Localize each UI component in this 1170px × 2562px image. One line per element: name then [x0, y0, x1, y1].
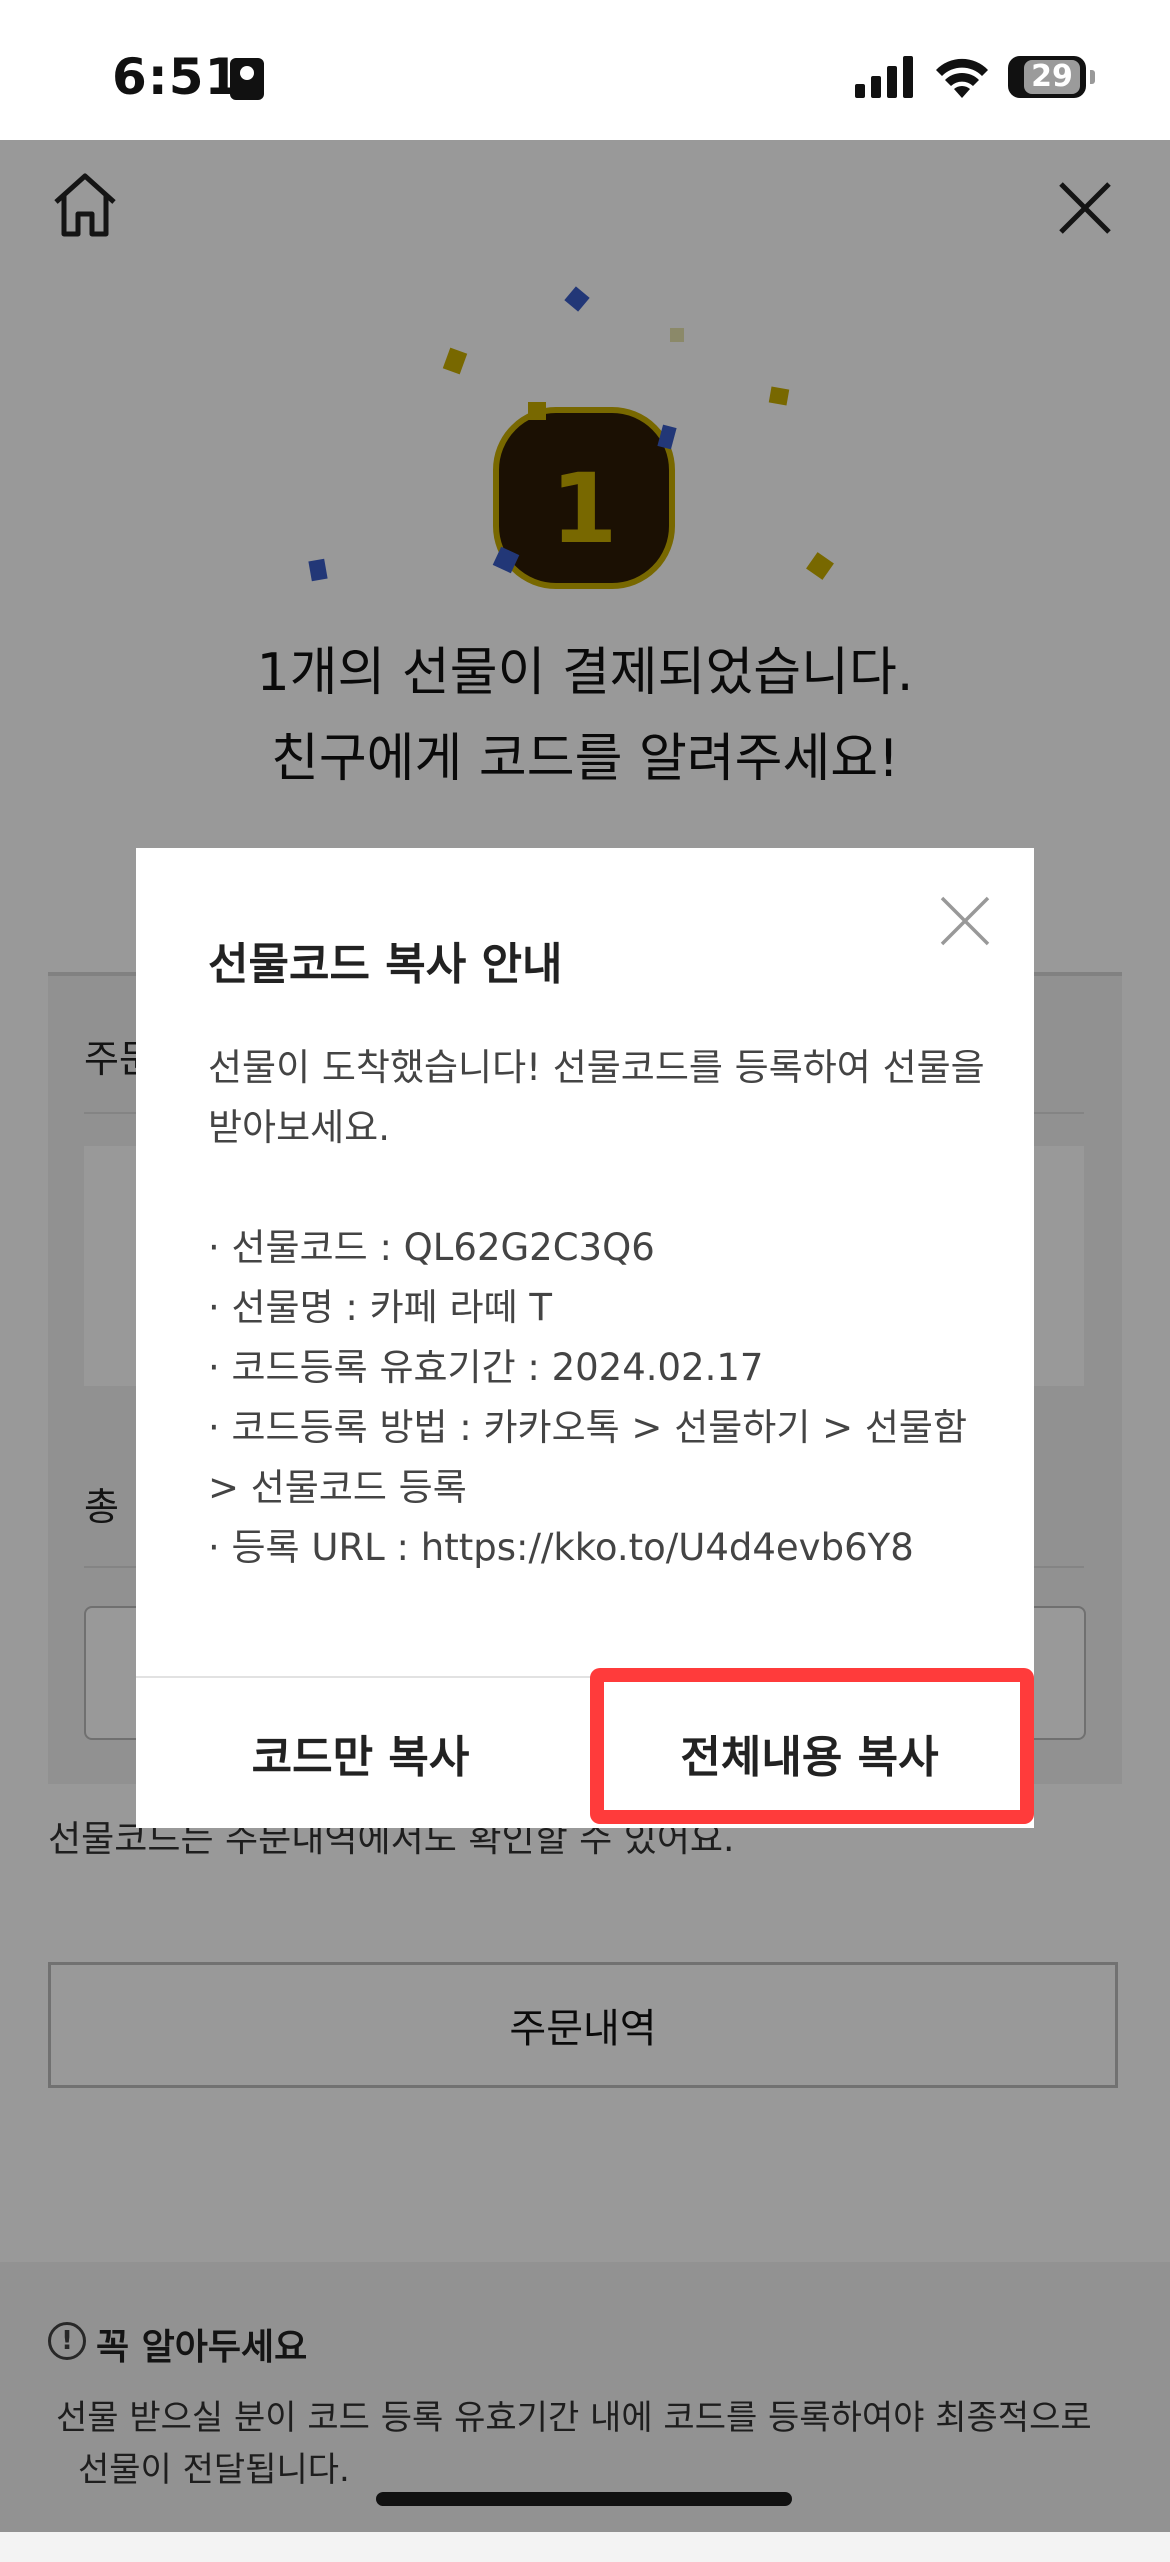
- cellular-signal-icon: [855, 56, 913, 98]
- copy-code-only-button[interactable]: 코드만 복사: [136, 1678, 585, 1828]
- dialog-close-icon[interactable]: [938, 894, 992, 948]
- wifi-icon: [936, 58, 988, 98]
- contact-badge-icon: [230, 58, 264, 100]
- status-bar: 6:51 29: [0, 0, 1170, 140]
- battery-level: 29: [1024, 60, 1080, 94]
- home-indicator: [376, 2492, 792, 2506]
- dialog-message: 선물이 도착했습니다! 선물코드를 등록하여 선물을 받아보세요.: [208, 1046, 985, 1149]
- gift-details-list: · 선물코드 : QL62G2C3Q6 · 선물명 : 카페 라떼 T · 코드…: [208, 1218, 998, 1578]
- detail-gift-code: · 선물코드 : QL62G2C3Q6: [208, 1226, 655, 1269]
- detail-register-method: · 코드등록 방법 : 카카오톡 > 선물하기 > 선물함 > 선물코드 등록: [208, 1406, 967, 1509]
- detail-gift-name: · 선물명 : 카페 라떼 T: [208, 1286, 552, 1329]
- dialog-title: 선물코드 복사 안내: [208, 939, 563, 990]
- detail-valid-until: · 코드등록 유효기간 : 2024.02.17: [208, 1346, 764, 1389]
- battery-icon: 29: [1008, 56, 1095, 98]
- status-time: 6:51: [112, 48, 241, 106]
- highlight-annotation: [590, 1668, 1034, 1824]
- detail-register-url: · 등록 URL : https://kko.to/U4d4evb6Y8: [208, 1526, 914, 1569]
